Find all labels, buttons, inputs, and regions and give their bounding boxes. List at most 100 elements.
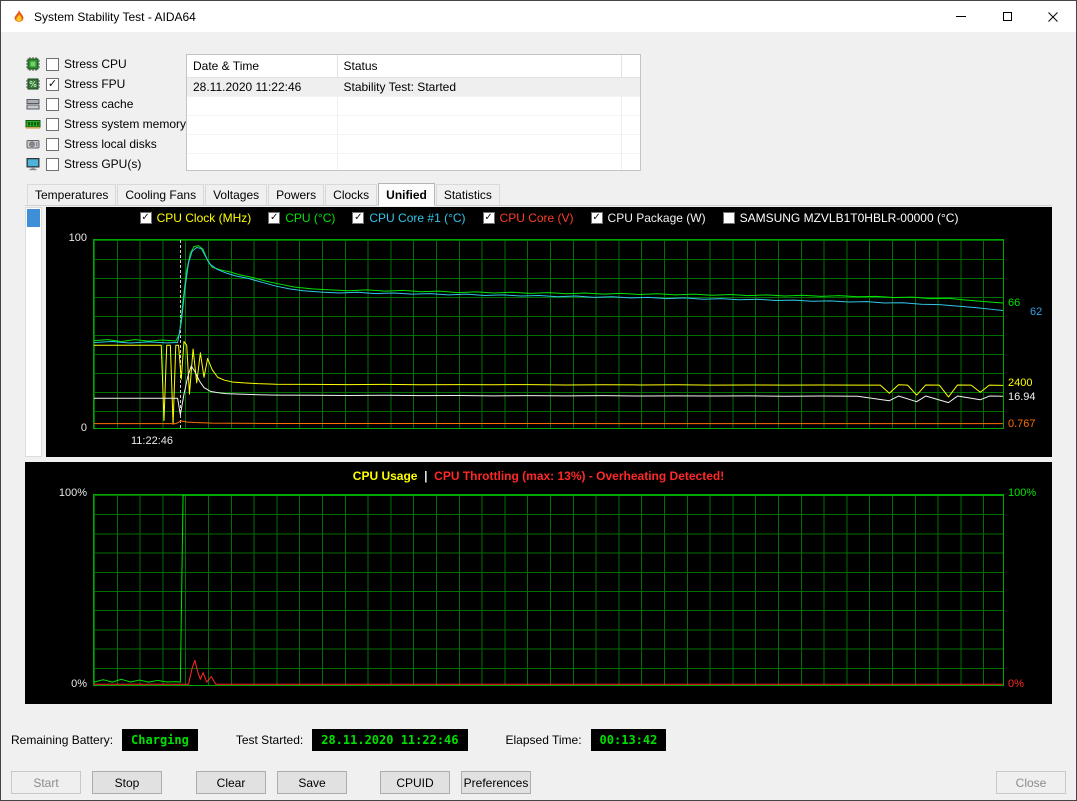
tab-temperatures[interactable]: Temperatures <box>27 184 117 205</box>
log-cell-datetime: 28.11.2020 11:22:46 <box>187 77 338 97</box>
stress-option-label: Stress FPU <box>64 77 126 91</box>
stress-option-label: Stress GPU(s) <box>64 157 142 171</box>
legend-checkbox[interactable]: ✓ <box>268 212 281 224</box>
legend-item-cpu-c[interactable]: ✓ CPU (°C) <box>268 211 335 225</box>
legend-label: CPU Core (V) <box>499 211 574 225</box>
legend-item-cpu-core-v[interactable]: ✓ CPU Core (V) <box>482 211 574 225</box>
close-button[interactable] <box>1030 1 1076 32</box>
usage-title-part: CPU Usage <box>352 469 418 483</box>
stress-option-stress-fpu[interactable]: % ✓ Stress FPU <box>25 74 186 94</box>
tab-strip: Temperatures Cooling Fans Voltages Powers Cl… <box>25 183 1052 206</box>
top-row: Stress CPU% ✓ Stress FPU Stress cache Stress… <box>25 54 1052 172</box>
series-cpu-core-v <box>94 421 1003 424</box>
y-axis-max-label: 100 <box>68 232 87 244</box>
svg-text:%: % <box>29 80 37 89</box>
stress-fpu-checkbox[interactable]: ✓ <box>46 77 59 91</box>
minimize-button[interactable] <box>938 1 984 32</box>
series-cpu-clock-mhz <box>94 342 1003 425</box>
legend-item-cpu-clock-mhz[interactable]: ✓ CPU Clock (MHz) <box>139 211 251 225</box>
log-row[interactable] <box>187 153 640 170</box>
close-button[interactable]: Close <box>996 771 1066 794</box>
tab-unified[interactable]: Unified <box>378 183 435 206</box>
tab-clocks[interactable]: Clocks <box>325 184 378 205</box>
tab-statistics[interactable]: Statistics <box>435 184 500 205</box>
elapsed-time-label: Elapsed Time: <box>505 733 582 747</box>
tab-cooling-fans[interactable]: Cooling Fans <box>117 184 205 205</box>
series-cpu-c <box>94 246 1003 342</box>
log-cell-datetime <box>187 153 338 170</box>
stop-button[interactable]: Stop <box>92 771 162 794</box>
log-row[interactable] <box>187 134 640 154</box>
series-value-label: 62 <box>1030 306 1043 319</box>
stress-option-label: Stress CPU <box>64 57 127 71</box>
save-button[interactable]: Save <box>277 771 347 794</box>
stress-option-label: Stress local disks <box>64 137 157 151</box>
legend-checkbox[interactable]: ✓ <box>590 212 603 224</box>
test-started-label: Test Started: <box>235 733 304 747</box>
log-row[interactable] <box>187 96 640 116</box>
usage-chart-plot <box>93 494 1004 686</box>
cpuid-button[interactable]: CPUID <box>380 771 450 794</box>
column-header-status[interactable]: Status <box>337 55 622 78</box>
usage-title-part: | <box>417 469 435 483</box>
battery-value: Charging <box>122 729 198 751</box>
legend-label: CPU Core #1 (°C) <box>369 211 466 225</box>
status-bar: Remaining Battery: Charging Test Started… <box>11 729 1066 751</box>
tab-powers[interactable]: Powers <box>268 184 325 205</box>
clear-button[interactable]: Clear <box>196 771 266 794</box>
stress-option-stress-cache[interactable]: Stress cache <box>25 94 186 114</box>
log-cell-datetime <box>187 96 338 116</box>
sensor-chart-panel: ✓ CPU Clock (MHz) ✓ CPU (°C) ✓ CPU Core #1 (°… <box>46 207 1052 457</box>
legend-checkbox[interactable]: ✓ <box>139 212 152 224</box>
log-cell-status <box>337 153 622 170</box>
chart-vertical-scrollbar[interactable] <box>25 207 42 457</box>
test-started-value: 28.11.2020 11:22:46 <box>312 729 468 751</box>
tab-voltages[interactable]: Voltages <box>205 184 268 205</box>
stress-local-disks-checkbox[interactable] <box>46 137 59 151</box>
legend-checkbox[interactable]: ✓ <box>482 212 495 224</box>
y-axis-min-label: 0 <box>80 422 87 434</box>
legend-checkbox[interactable] <box>722 212 735 224</box>
stress-option-stress-local-disks[interactable]: Stress local disks <box>25 134 186 154</box>
scrollbar-thumb[interactable] <box>27 209 40 227</box>
stress-cpu-checkbox[interactable] <box>46 57 59 71</box>
memory-module-icon <box>25 116 41 132</box>
dialog-content: Stress CPU% ✓ Stress FPU Stress cache Stress… <box>1 32 1076 794</box>
log-table: Date & Time Status 28.11.2020 11:22:46 Sta… <box>186 54 641 171</box>
usage-y-max-right: 100% <box>1008 487 1037 499</box>
preferences-button[interactable]: Preferences <box>461 771 531 794</box>
legend-label: CPU (°C) <box>285 211 336 225</box>
series-value-label: 0.767 <box>1008 418 1036 431</box>
legend-label: CPU Package (W) <box>607 211 706 225</box>
log-cell-status <box>337 96 622 116</box>
usage-y-min-right: 0% <box>1008 678 1024 690</box>
log-row[interactable] <box>187 115 640 135</box>
hard-disk-icon <box>25 136 41 152</box>
series-cpu-package-w <box>94 366 1003 415</box>
stress-option-label: Stress system memory <box>64 117 187 131</box>
stress-option-stress-system-memory[interactable]: Stress system memory <box>25 114 186 134</box>
column-header-date-time[interactable]: Date & Time <box>187 55 338 78</box>
stress-option-stress-gpu-s[interactable]: Stress GPU(s) <box>25 154 186 174</box>
legend-item-cpu-core-1-c[interactable]: ✓ CPU Core #1 (°C) <box>352 211 466 225</box>
log-cell-datetime <box>187 115 338 135</box>
maximize-icon <box>1002 12 1012 21</box>
elapsed-time-value: 00:13:42 <box>590 729 667 751</box>
usage-y-max-left: 100% <box>58 487 87 499</box>
stress-gpu-s-checkbox[interactable] <box>46 157 59 171</box>
stress-cache-checkbox[interactable] <box>46 97 59 111</box>
gpu-monitor-icon <box>25 156 41 172</box>
maximize-button[interactable] <box>984 1 1030 32</box>
stress-system-memory-checkbox[interactable] <box>46 117 59 131</box>
legend-item-samsung-mzvlb1t0hblr-00000-c[interactable]: SAMSUNG MZVLB1T0HBLR-00000 (°C) <box>722 211 959 225</box>
legend-item-cpu-package-w[interactable]: ✓ CPU Package (W) <box>590 211 706 225</box>
legend-checkbox[interactable]: ✓ <box>352 212 365 224</box>
stress-option-stress-cpu[interactable]: Stress CPU <box>25 54 186 74</box>
legend-label: SAMSUNG MZVLB1T0HBLR-00000 (°C) <box>739 211 959 225</box>
minimize-icon <box>956 16 966 17</box>
sensor-chart-svg <box>94 240 1003 428</box>
log-row[interactable]: 28.11.2020 11:22:46 Stability Test: Start… <box>187 77 640 97</box>
sensor-chart-row: ✓ CPU Clock (MHz) ✓ CPU (°C) ✓ CPU Core #1 (°… <box>25 207 1052 457</box>
start-button[interactable]: Start <box>11 771 81 794</box>
series-cpu-usage <box>94 495 1003 682</box>
